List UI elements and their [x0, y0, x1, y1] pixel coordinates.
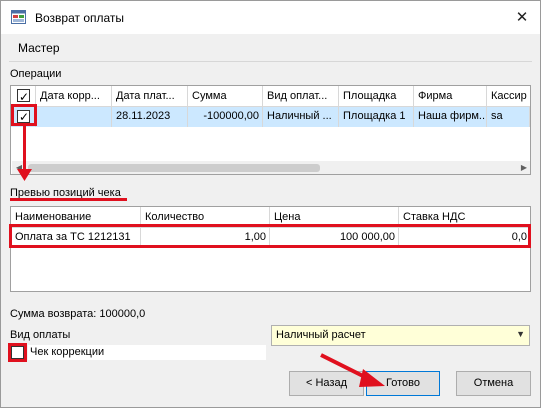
select-all-header[interactable]: [11, 86, 36, 107]
cancel-button[interactable]: Отмена: [456, 371, 531, 396]
preview-grid-header: Наименование Количество Цена Ставка НДС: [11, 207, 530, 228]
column-header[interactable]: Цена: [270, 207, 399, 228]
receipt-preview-grid[interactable]: Наименование Количество Цена Ставка НДС …: [10, 206, 531, 292]
preview-label: Превью позиций чека: [10, 187, 121, 199]
operations-label: Операции: [10, 68, 62, 80]
table-cell[interactable]: [36, 107, 112, 127]
column-header[interactable]: Количество: [141, 207, 270, 228]
refund-dialog: Возврат оплаты ✕ Мастер Операции Дата ко…: [0, 0, 541, 408]
row-checkbox[interactable]: [17, 108, 30, 127]
title-bar: Возврат оплаты ✕: [1, 1, 540, 34]
refund-sum-text: Сумма возврата: 100000,0: [10, 308, 146, 320]
window-form-icon: [11, 10, 26, 24]
table-cell[interactable]: 1,00: [141, 228, 270, 248]
column-header[interactable]: Вид оплат...: [263, 86, 339, 107]
window-title: Возврат оплаты: [35, 11, 125, 25]
annotation-arrowhead: [17, 169, 32, 181]
table-cell[interactable]: -100000,00: [188, 107, 263, 127]
table-cell[interactable]: 28.11.2023: [112, 107, 188, 127]
table-cell[interactable]: Наличный ...: [263, 107, 339, 127]
column-header[interactable]: Дата корр...: [36, 86, 112, 107]
column-header[interactable]: Сумма: [188, 86, 263, 107]
annotation-arrow: [320, 353, 385, 387]
column-header[interactable]: Фирма: [414, 86, 487, 107]
table-cell[interactable]: 0,0: [399, 228, 530, 248]
chevron-down-icon[interactable]: ▼: [516, 329, 525, 339]
select-all-checkbox[interactable]: [17, 87, 30, 106]
column-header[interactable]: Наименование: [11, 207, 141, 228]
row-select-cell[interactable]: [11, 107, 36, 127]
column-header[interactable]: Ставка НДС: [399, 207, 530, 228]
table-cell[interactable]: 100 000,00: [270, 228, 399, 248]
table-cell[interactable]: Оплата за ТС 1212131: [11, 228, 141, 248]
payment-type-label: Вид оплаты: [10, 329, 71, 341]
payment-type-select[interactable]: Наличный расчет ▼: [271, 325, 530, 346]
operations-grid[interactable]: Дата корр... Дата плат... Сумма Вид опла…: [10, 85, 531, 175]
table-cell[interactable]: Наша фирм...: [414, 107, 487, 127]
table-row[interactable]: Оплата за ТС 1212131 1,00 100 000,00 0,0: [11, 228, 530, 248]
column-header[interactable]: Дата плат...: [112, 86, 188, 107]
payment-type-value: Наличный расчет: [276, 329, 366, 341]
correction-checkbox[interactable]: [11, 346, 24, 359]
horizontal-scrollbar[interactable]: ◀ ▶: [12, 161, 530, 174]
operations-grid-header: Дата корр... Дата плат... Сумма Вид опла…: [11, 86, 530, 107]
column-header[interactable]: Кассир: [487, 86, 530, 107]
separator: [9, 61, 532, 62]
table-cell[interactable]: Площадка 1: [339, 107, 414, 127]
column-header[interactable]: Площадка: [339, 86, 414, 107]
table-cell[interactable]: sa: [487, 107, 530, 127]
scroll-right-icon[interactable]: ▶: [517, 161, 530, 174]
table-row[interactable]: 28.11.2023 -100000,00 Наличный ... Площа…: [11, 107, 530, 127]
correction-label[interactable]: Чек коррекции: [30, 346, 104, 358]
close-icon[interactable]: ✕: [511, 7, 533, 29]
scrollbar-thumb[interactable]: [28, 164, 320, 172]
wizard-label: Мастер: [18, 41, 60, 55]
